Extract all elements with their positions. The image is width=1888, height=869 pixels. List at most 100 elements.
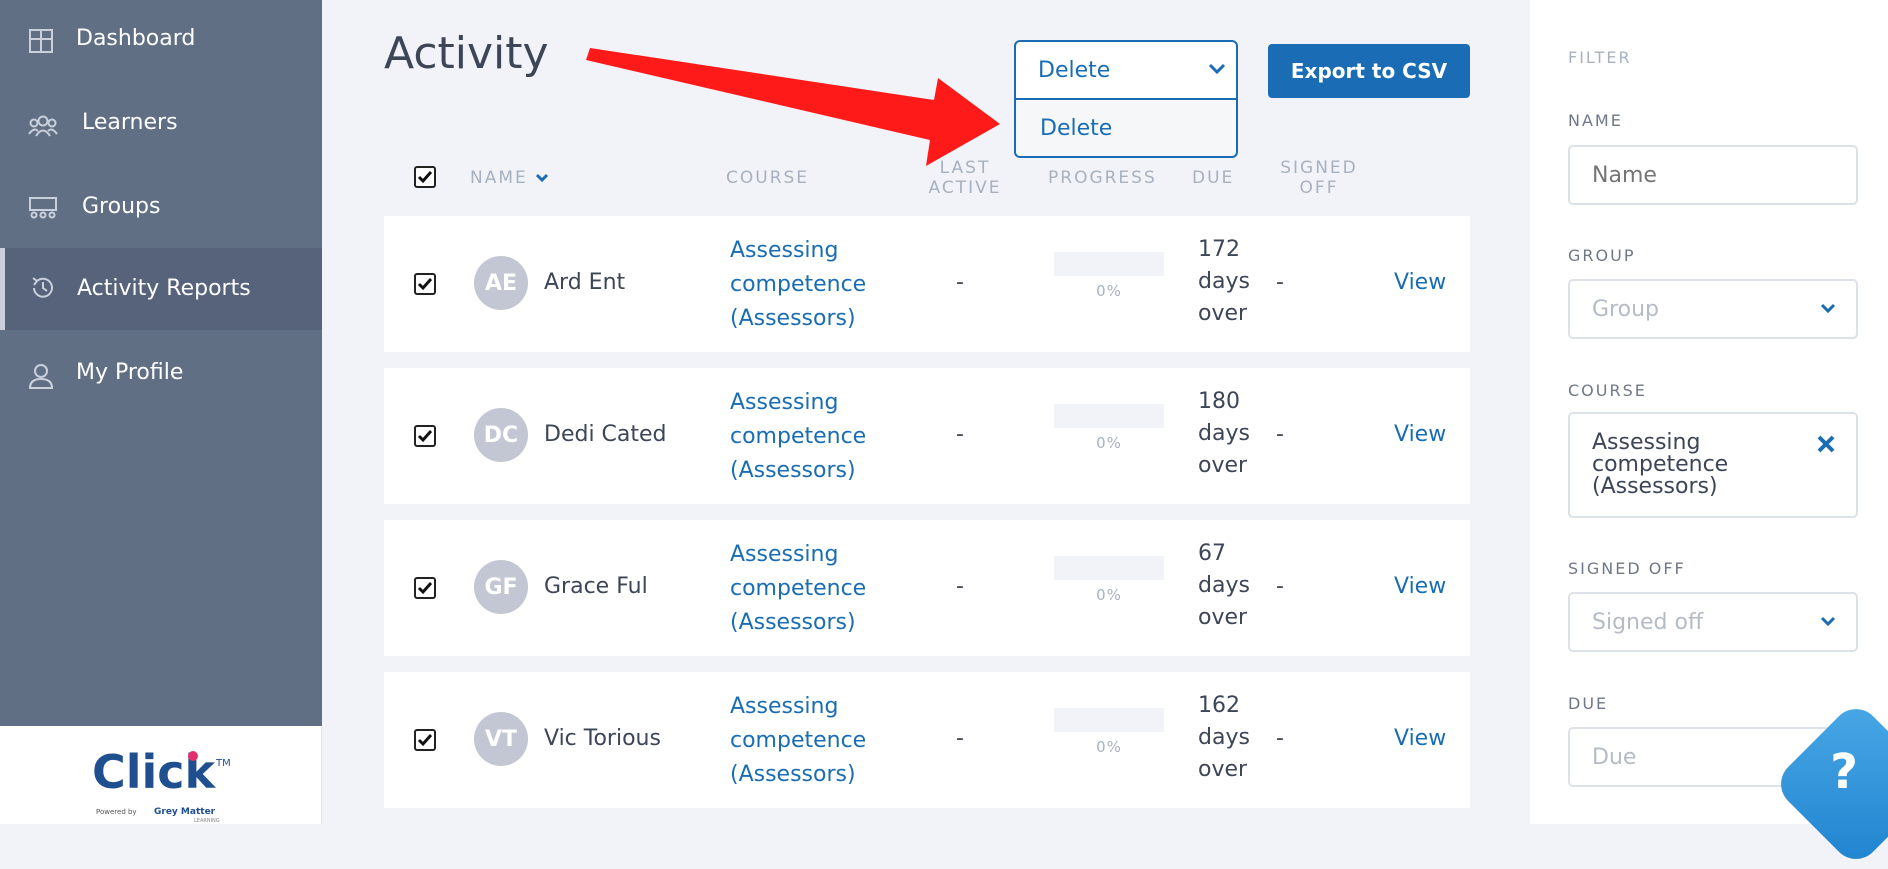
- svg-text:Click: Click: [92, 745, 217, 799]
- progress-bar: [1054, 556, 1164, 580]
- view-link[interactable]: View: [1394, 270, 1446, 295]
- sidebar-item-activity-reports[interactable]: Activity Reports: [0, 248, 322, 330]
- due-value: 172 days over: [1198, 237, 1250, 326]
- close-icon[interactable]: [1816, 434, 1836, 454]
- signed-off-filter-select[interactable]: Signed off: [1568, 592, 1858, 652]
- export-csv-button[interactable]: Export to CSV: [1268, 44, 1470, 98]
- logo-area: Click TM Powered by Grey Matter LEARNING: [0, 726, 322, 824]
- select-all-checkbox[interactable]: [414, 166, 436, 188]
- bulk-action-select[interactable]: Delete: [1014, 40, 1238, 100]
- sidebar-item-my-profile[interactable]: My Profile: [0, 334, 322, 418]
- click-logo: Click TM Powered by Grey Matter LEARNING: [92, 745, 231, 824]
- signed-off-value: -: [1276, 270, 1284, 295]
- check-icon: [417, 734, 433, 747]
- due-value: 162 days over: [1198, 693, 1250, 782]
- course-filter-label: COURSE: [1568, 381, 1647, 400]
- sidebar-item-label: Learners: [82, 110, 178, 135]
- table-row: AE Ard Ent Assessing competence (Assessors…: [384, 216, 1470, 352]
- learner-name: Ard Ent: [544, 270, 626, 295]
- name-filter-label: NAME: [1568, 111, 1623, 130]
- bulk-action-selected: Delete: [1038, 57, 1111, 83]
- course-link[interactable]: Assessing competence (Assessors): [730, 538, 866, 640]
- sidebar: Dashboard Learners Groups Activity Repor…: [0, 0, 322, 726]
- row-checkbox[interactable]: [414, 425, 436, 447]
- group-filter-label: GROUP: [1568, 246, 1636, 265]
- signed-off-value: -: [1276, 726, 1284, 751]
- check-icon: [417, 582, 433, 595]
- learner-name: Dedi Cated: [544, 422, 667, 447]
- grid-icon: [29, 29, 53, 53]
- bulk-action-option-delete[interactable]: Delete: [1014, 100, 1238, 158]
- avatar: AE: [474, 256, 528, 310]
- progress-bar: [1054, 404, 1164, 428]
- sidebar-item-learners[interactable]: Learners: [0, 84, 322, 168]
- signed-off-filter-label: SIGNED OFF: [1568, 559, 1686, 578]
- view-link[interactable]: View: [1394, 574, 1446, 599]
- last-active-value: -: [956, 422, 964, 447]
- sidebar-item-groups[interactable]: Groups: [0, 168, 322, 252]
- svg-text:Grey Matter: Grey Matter: [154, 807, 216, 817]
- table-row: GF Grace Ful Assessing competence (Assesso…: [384, 520, 1470, 656]
- sidebar-item-dashboard[interactable]: Dashboard: [0, 0, 322, 84]
- column-header-last-active: LAST ACTIVE: [928, 158, 1002, 198]
- svg-text:LEARNING: LEARNING: [194, 818, 220, 824]
- chevron-down-icon: [1208, 63, 1226, 75]
- chevron-down-icon: [1820, 616, 1836, 627]
- filter-panel: FILTER NAME GROUP Group COURSE Assessing…: [1530, 0, 1888, 824]
- svg-text:TM: TM: [215, 758, 231, 769]
- table-row: VT Vic Torious Assessing competence (Asses…: [384, 672, 1470, 808]
- svg-text:Powered by: Powered by: [96, 808, 137, 816]
- learner-name: Grace Ful: [544, 574, 648, 599]
- column-header-progress: PROGRESS: [1048, 168, 1157, 188]
- sort-chevron-icon: [536, 173, 549, 183]
- table-row: DC Dedi Cated Assessing competence (Assess…: [384, 368, 1470, 504]
- people-icon: [28, 115, 58, 137]
- last-active-value: -: [956, 270, 964, 295]
- progress-label: 0%: [1096, 434, 1122, 452]
- course-link[interactable]: Assessing competence (Assessors): [730, 234, 866, 336]
- due-filter-label: DUE: [1568, 694, 1609, 713]
- avatar: GF: [474, 560, 528, 614]
- course-filter-select[interactable]: Assessing competence (Assessors): [1568, 412, 1858, 518]
- signed-off-value: -: [1276, 574, 1284, 599]
- sidebar-item-label: Dashboard: [76, 26, 196, 51]
- column-header-signed-off: SIGNED OFF: [1280, 158, 1358, 198]
- progress-label: 0%: [1096, 282, 1122, 300]
- course-link[interactable]: Assessing competence (Assessors): [730, 690, 866, 792]
- sidebar-item-label: Activity Reports: [77, 276, 251, 301]
- last-active-value: -: [956, 574, 964, 599]
- filter-heading: FILTER: [1568, 48, 1632, 67]
- progress-bar: [1054, 252, 1164, 276]
- row-checkbox[interactable]: [414, 577, 436, 599]
- course-link[interactable]: Assessing competence (Assessors): [730, 386, 866, 488]
- view-link[interactable]: View: [1394, 726, 1446, 751]
- name-filter-input[interactable]: [1568, 145, 1858, 205]
- check-icon: [417, 278, 433, 291]
- row-checkbox[interactable]: [414, 729, 436, 751]
- group-icon: [29, 197, 57, 219]
- avatar: DC: [474, 408, 528, 462]
- course-filter-value: Assessing competence (Assessors): [1592, 430, 1729, 499]
- page-title: Activity: [384, 28, 549, 79]
- due-value: 180 days over: [1198, 389, 1250, 478]
- last-active-value: -: [956, 726, 964, 751]
- chevron-down-icon: [1820, 303, 1836, 314]
- main-content: Activity Delete Delete Export to CSV NAM…: [322, 0, 1530, 824]
- signed-off-value: -: [1276, 422, 1284, 447]
- column-header-name[interactable]: NAME: [470, 168, 549, 188]
- view-link[interactable]: View: [1394, 422, 1446, 447]
- check-icon: [417, 171, 433, 184]
- history-icon: [32, 277, 53, 298]
- check-icon: [417, 430, 433, 443]
- row-checkbox[interactable]: [414, 273, 436, 295]
- group-filter-select[interactable]: Group: [1568, 279, 1858, 339]
- user-icon: [28, 364, 54, 389]
- progress-label: 0%: [1096, 738, 1122, 756]
- column-header-course: COURSE: [726, 168, 810, 188]
- column-header-due: DUE: [1192, 168, 1235, 188]
- sidebar-item-label: Groups: [82, 194, 161, 219]
- sidebar-item-label: My Profile: [76, 360, 184, 385]
- question-icon[interactable]: ?: [1820, 744, 1868, 800]
- learner-name: Vic Torious: [544, 726, 661, 751]
- progress-bar: [1054, 708, 1164, 732]
